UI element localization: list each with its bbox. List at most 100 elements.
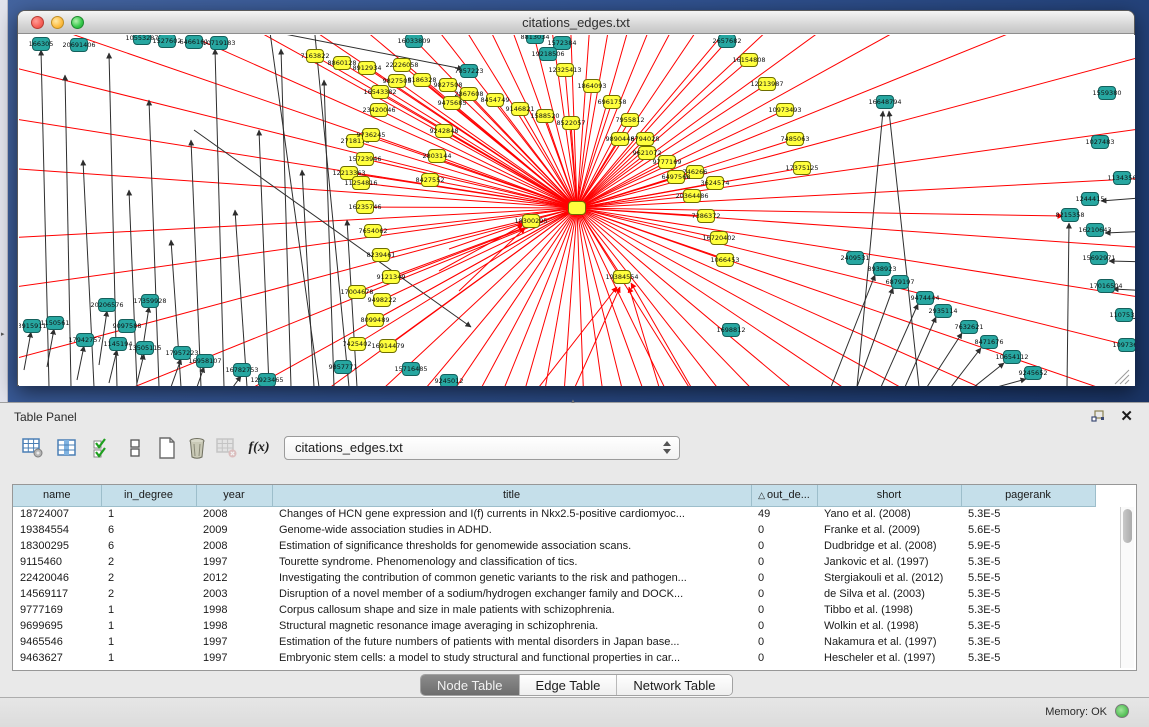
network-edge[interactable] bbox=[269, 35, 319, 386]
network-node[interactable]: 15723946 bbox=[348, 153, 381, 166]
table-cell[interactable]: 2 bbox=[101, 570, 196, 586]
table-row[interactable]: 1938455462009Genome-wide association stu… bbox=[13, 522, 1095, 538]
network-canvas[interactable]: 7163822886012889129342222605898275051654… bbox=[19, 35, 1135, 386]
network-node[interactable]: 8813034 bbox=[521, 35, 550, 44]
table-select-dropdown[interactable]: citations_edges.txt bbox=[284, 436, 680, 460]
table-row[interactable]: 946362711997Embryonic stem cells: a mode… bbox=[13, 650, 1095, 666]
table-cell[interactable]: 1 bbox=[101, 618, 196, 634]
table-cell[interactable]: Jankovic et al. (1997) bbox=[817, 554, 961, 570]
table-cell[interactable]: 6 bbox=[101, 538, 196, 554]
network-node[interactable]: 9475685 bbox=[438, 97, 467, 110]
network-node[interactable]: 6879197 bbox=[886, 276, 915, 289]
network-edge[interactable] bbox=[905, 317, 936, 386]
network-node[interactable]: 17942757 bbox=[68, 334, 101, 347]
network-node[interactable]: 9097588 bbox=[113, 320, 142, 333]
network-view-window[interactable]: citations_edges.txt 71638228860128891293… bbox=[17, 10, 1135, 386]
table-cell[interactable]: 0 bbox=[751, 522, 817, 538]
table-cell[interactable]: 1 bbox=[101, 634, 196, 650]
network-node[interactable]: 6497568 bbox=[662, 171, 691, 184]
expand-panel-icon[interactable]: ▸ bbox=[1, 330, 5, 338]
table-cell[interactable]: 0 bbox=[751, 538, 817, 554]
network-edge[interactable] bbox=[1067, 223, 1069, 386]
table-cell[interactable]: 9115460 bbox=[13, 554, 101, 570]
network-node[interactable]: 16958107 bbox=[188, 355, 221, 368]
network-node[interactable]: 8522057 bbox=[557, 117, 586, 130]
network-hub-node[interactable] bbox=[569, 202, 586, 215]
column-header-year[interactable]: year bbox=[196, 485, 272, 506]
table-cell[interactable]: 19384554 bbox=[13, 522, 101, 538]
table-cell[interactable]: 6 bbox=[101, 522, 196, 538]
table-cell[interactable]: Dudbridge et al. (2008) bbox=[817, 538, 961, 554]
column-header-pagerank[interactable]: pagerank bbox=[961, 485, 1095, 506]
scrollbar-thumb[interactable] bbox=[1123, 509, 1132, 543]
table-cell[interactable]: 5.3E-5 bbox=[961, 634, 1095, 650]
table-cell[interactable]: 0 bbox=[751, 586, 817, 602]
network-node[interactable]: 20364486 bbox=[675, 190, 708, 203]
network-node[interactable]: 16154808 bbox=[732, 54, 765, 67]
table-cell[interactable]: Nakamura et al. (1997) bbox=[817, 634, 961, 650]
table-row[interactable]: 1830029562008Estimation of significance … bbox=[13, 538, 1095, 554]
network-node[interactable]: 1559380 bbox=[1093, 87, 1122, 100]
table-row[interactable]: 1872400712008Changes of HCN gene express… bbox=[13, 506, 1095, 522]
network-node[interactable]: 16782753 bbox=[225, 364, 258, 377]
network-node[interactable]: 7632621 bbox=[955, 321, 984, 334]
network-node[interactable]: 8186328 bbox=[408, 74, 437, 87]
network-node[interactable]: 2803144 bbox=[423, 150, 452, 163]
network-node[interactable]: 8938923 bbox=[868, 263, 897, 276]
network-edge[interactable] bbox=[233, 376, 241, 386]
table-settings-button[interactable] bbox=[20, 435, 46, 461]
table-cell[interactable]: 1997 bbox=[196, 554, 272, 570]
network-node[interactable]: 7485063 bbox=[781, 133, 810, 146]
table-cell[interactable]: 1997 bbox=[196, 650, 272, 666]
network-edge[interactable] bbox=[83, 160, 94, 386]
network-node[interactable]: 1244415 bbox=[1076, 193, 1105, 206]
table-cell[interactable]: 1 bbox=[101, 650, 196, 666]
network-node[interactable]: 16210643 bbox=[1078, 224, 1111, 237]
network-node[interactable]: 6961758 bbox=[598, 96, 627, 109]
table-cell[interactable]: de Silva et al. (2003) bbox=[817, 586, 961, 602]
network-node[interactable]: 12325413 bbox=[548, 64, 581, 77]
table-cell[interactable]: 0 bbox=[751, 634, 817, 650]
table-row[interactable]: 1456911722003Disruption of a novel membe… bbox=[13, 586, 1095, 602]
table-cell[interactable]: Estimation of the future numbers of pati… bbox=[272, 634, 751, 650]
table-cell[interactable]: 2 bbox=[101, 586, 196, 602]
network-edge[interactable] bbox=[629, 287, 659, 386]
table-cell[interactable]: 9465546 bbox=[13, 634, 101, 650]
table-cell[interactable]: 0 bbox=[751, 650, 817, 666]
row-height-button[interactable] bbox=[122, 435, 148, 461]
function-builder-button[interactable]: f(x) bbox=[246, 435, 272, 461]
network-edge[interactable] bbox=[77, 346, 84, 380]
table-cell[interactable]: 1 bbox=[101, 506, 196, 522]
table-cell[interactable]: 5.9E-5 bbox=[961, 538, 1095, 554]
table-cell[interactable]: 1998 bbox=[196, 618, 272, 634]
network-node[interactable]: 10719183 bbox=[202, 37, 235, 50]
table-cell[interactable]: Changes of HCN gene expression and I(f) … bbox=[272, 506, 751, 522]
network-node[interactable]: 16543382 bbox=[363, 86, 396, 99]
network-node[interactable]: 1134356 bbox=[1108, 172, 1135, 185]
network-node[interactable]: 7386372 bbox=[692, 210, 721, 223]
network-node[interactable]: 166305 bbox=[29, 38, 54, 51]
network-edge[interactable] bbox=[889, 111, 919, 386]
network-node[interactable]: 13505115 bbox=[128, 342, 161, 355]
network-node[interactable]: 1864093 bbox=[578, 80, 607, 93]
table-cell[interactable]: 49 bbox=[751, 506, 817, 522]
canvas-resize-grip[interactable] bbox=[1115, 370, 1129, 384]
network-edge[interactable] bbox=[927, 333, 962, 386]
network-node[interactable]: 9857771 bbox=[329, 361, 358, 374]
table-cell[interactable]: 9699695 bbox=[13, 618, 101, 634]
network-node[interactable]: 9498222 bbox=[368, 294, 397, 307]
network-node[interactable]: 11254816 bbox=[344, 177, 377, 190]
network-node[interactable]: 9121349 bbox=[377, 271, 406, 284]
network-node[interactable]: 9245652 bbox=[1019, 367, 1048, 380]
network-node[interactable]: 7425402 bbox=[343, 338, 372, 351]
table-cell[interactable]: 5.3E-5 bbox=[961, 554, 1095, 570]
network-node[interactable]: 2935114 bbox=[929, 305, 958, 318]
table-cell[interactable]: Tibbo et al. (1998) bbox=[817, 602, 961, 618]
table-cell[interactable]: 1997 bbox=[196, 634, 272, 650]
network-edge[interactable] bbox=[857, 111, 883, 386]
float-panel-icon[interactable] bbox=[1091, 410, 1105, 423]
column-header-short[interactable]: short bbox=[817, 485, 961, 506]
table-cell[interactable]: Hescheler et al. (1997) bbox=[817, 650, 961, 666]
table-cell[interactable]: 5.6E-5 bbox=[961, 522, 1095, 538]
network-node[interactable]: 20206576 bbox=[90, 299, 123, 312]
